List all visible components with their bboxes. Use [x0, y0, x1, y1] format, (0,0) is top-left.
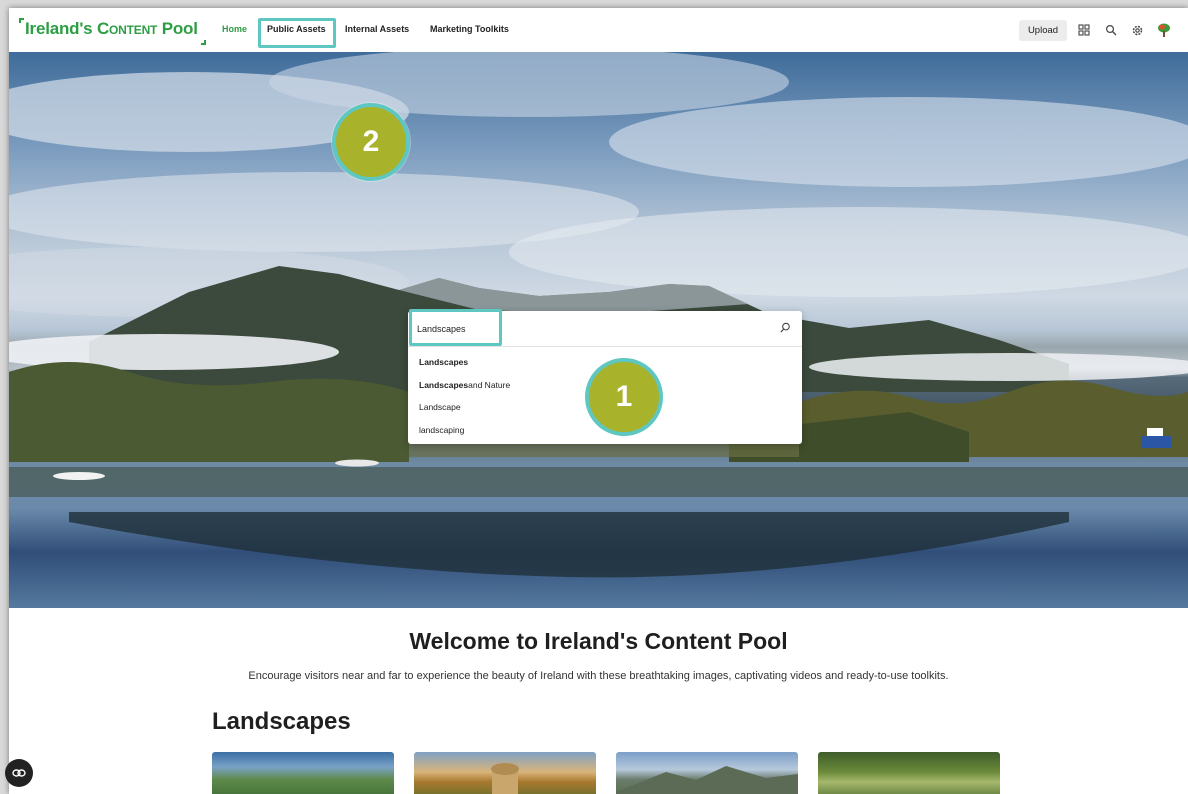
logo-text-main: Ireland's [25, 19, 97, 38]
logo-text-content: Content [96, 19, 158, 38]
landscape-thumbnail[interactable] [616, 752, 798, 794]
nav-marketing-toolkits[interactable]: Marketing Toolkits [430, 24, 509, 34]
welcome-subtitle: Encourage visitors near and far to exper… [248, 670, 949, 682]
cookie-settings-icon[interactable] [5, 759, 33, 787]
logo-text-end: Pool [157, 19, 198, 38]
landscape-thumbnail[interactable] [818, 752, 1000, 794]
temple-image [491, 763, 519, 794]
suggestion-match: Landscapes [419, 379, 469, 390]
search-input-highlight [409, 309, 502, 346]
hero-banner: Landscapes Landscapes and Nature Landsca… [9, 52, 1188, 608]
grid-icon[interactable] [1075, 21, 1093, 39]
settings-icon[interactable] [1128, 21, 1146, 39]
callout-step-1: 1 [585, 358, 663, 436]
top-navigation: Ireland's Content Pool Home Public Asset… [9, 8, 1188, 52]
browser-viewport: Ireland's Content Pool Home Public Asset… [9, 8, 1188, 794]
suggestion-rest: and Nature [468, 379, 511, 390]
nav-internal-assets[interactable]: Internal Assets [345, 24, 409, 34]
search-icon[interactable] [1102, 21, 1120, 39]
mountain-image [616, 766, 798, 794]
callout-step-2: 2 [332, 103, 410, 181]
suggestion-rest: Landscape [419, 402, 461, 413]
avatar[interactable] [1155, 21, 1173, 39]
site-logo[interactable]: Ireland's Content Pool [19, 18, 206, 45]
public-assets-highlight [258, 18, 336, 48]
landscapes-section-title: Landscapes [212, 708, 351, 735]
landscape-thumbnail[interactable] [212, 752, 394, 794]
suggestion-rest: landscaping [419, 424, 465, 435]
search-submit-icon[interactable] [780, 322, 794, 336]
suggestion-match: Landscapes [419, 357, 469, 368]
landscape-thumbnail[interactable] [414, 752, 596, 794]
logo-bracket-top [19, 18, 24, 23]
logo-bracket-bottom [200, 40, 206, 45]
nav-home[interactable]: Home [222, 24, 247, 34]
upload-button[interactable]: Upload [1019, 20, 1067, 41]
welcome-title: Welcome to Ireland's Content Pool [409, 628, 788, 654]
